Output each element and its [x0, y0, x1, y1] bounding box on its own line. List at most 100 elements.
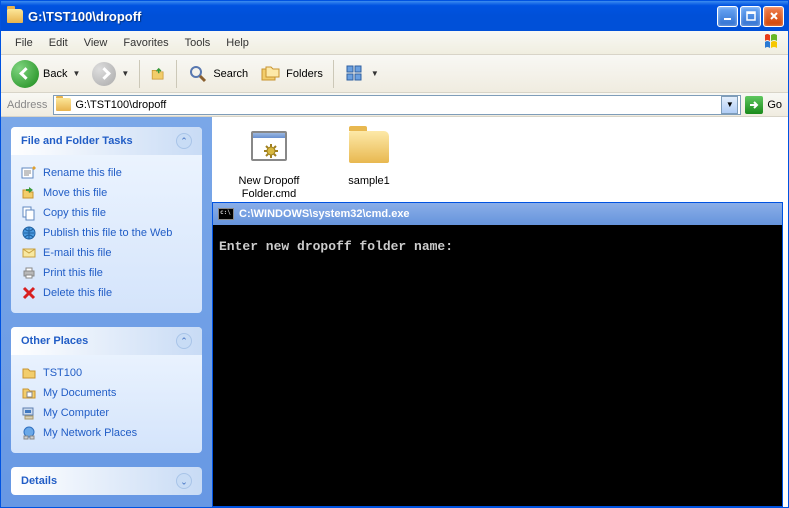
- folder-icon: [21, 365, 37, 381]
- task-email[interactable]: E-mail this file: [21, 243, 192, 263]
- folders-icon: [260, 63, 282, 85]
- toolbar-separator: [176, 60, 177, 88]
- task-label: Copy this file: [43, 207, 106, 219]
- publish-icon: [21, 225, 37, 241]
- place-computer[interactable]: My Computer: [21, 403, 192, 423]
- back-label: Back: [43, 68, 67, 80]
- menu-tools[interactable]: Tools: [177, 34, 219, 52]
- task-label: Delete this file: [43, 287, 112, 299]
- up-folder-icon: [150, 63, 166, 85]
- file-label: sample1: [332, 175, 406, 188]
- file-folder-tasks-header[interactable]: File and Folder Tasks ⌃: [11, 127, 202, 155]
- expand-icon: ⌃: [176, 473, 192, 489]
- address-input[interactable]: [75, 99, 721, 111]
- details-header[interactable]: Details ⌃: [11, 467, 202, 495]
- search-icon: [187, 63, 209, 85]
- go-arrow-icon: [748, 99, 760, 111]
- search-label: Search: [213, 68, 248, 80]
- cmd-window[interactable]: C:\WINDOWS\system32\cmd.exe Enter new dr…: [212, 202, 783, 507]
- cmd-icon: [218, 208, 234, 220]
- move-icon: [21, 185, 37, 201]
- file-list-area[interactable]: New Dropoff Folder.cmd sample1 C:\WINDOW…: [212, 117, 788, 507]
- views-button[interactable]: ▼: [340, 61, 383, 87]
- toolbar-separator: [333, 60, 334, 88]
- up-folder-button[interactable]: [146, 62, 170, 86]
- documents-icon: [21, 385, 37, 401]
- email-icon: [21, 245, 37, 261]
- task-label: Print this file: [43, 267, 103, 279]
- task-copy[interactable]: Copy this file: [21, 203, 192, 223]
- menu-view[interactable]: View: [76, 34, 116, 52]
- menu-favorites[interactable]: Favorites: [115, 34, 176, 52]
- file-label: New Dropoff Folder.cmd: [232, 175, 306, 201]
- delete-icon: [21, 285, 37, 301]
- search-button[interactable]: Search: [183, 61, 252, 87]
- views-dropdown-icon[interactable]: ▼: [371, 69, 379, 78]
- details-group: Details ⌃: [11, 467, 202, 495]
- place-label: My Computer: [43, 407, 109, 419]
- go-button[interactable]: [745, 96, 763, 114]
- folder-icon: [56, 98, 71, 111]
- cmd-title-bar[interactable]: C:\WINDOWS\system32\cmd.exe: [213, 203, 782, 225]
- go-label: Go: [767, 99, 782, 111]
- task-publish[interactable]: Publish this file to the Web: [21, 223, 192, 243]
- other-places-header[interactable]: Other Places ⌃: [11, 327, 202, 355]
- task-print[interactable]: Print this file: [21, 263, 192, 283]
- address-bar: Address ▼ Go: [1, 93, 788, 117]
- file-item-folder[interactable]: sample1: [332, 127, 406, 201]
- other-places-title: Other Places: [21, 335, 88, 347]
- folder-icon: [7, 9, 23, 23]
- menu-edit[interactable]: Edit: [41, 34, 76, 52]
- toolbar: Back ▼ ▼ Search Folders ▼: [1, 55, 788, 93]
- minimize-button[interactable]: [717, 6, 738, 27]
- menu-file[interactable]: File: [7, 34, 41, 52]
- address-input-wrap[interactable]: ▼: [53, 95, 741, 115]
- toolbar-separator: [139, 60, 140, 88]
- windows-logo-icon: [764, 33, 784, 51]
- forward-arrow-icon: [92, 62, 116, 86]
- window-title: G:\TST100\dropoff: [28, 9, 717, 24]
- views-icon: [344, 63, 366, 85]
- collapse-icon: ⌃: [176, 133, 192, 149]
- place-label: My Network Places: [43, 427, 137, 439]
- forward-button[interactable]: ▼: [88, 60, 133, 88]
- computer-icon: [21, 405, 37, 421]
- details-title: Details: [21, 475, 57, 487]
- cmd-title-text: C:\WINDOWS\system32\cmd.exe: [239, 208, 410, 220]
- back-arrow-icon: [11, 60, 39, 88]
- task-rename[interactable]: Rename this file: [21, 163, 192, 183]
- task-label: Rename this file: [43, 167, 122, 179]
- cmd-file-icon: [251, 131, 287, 161]
- menu-bar: File Edit View Favorites Tools Help: [1, 31, 788, 55]
- folder-icon: [349, 131, 389, 163]
- place-label: TST100: [43, 367, 82, 379]
- menu-help[interactable]: Help: [218, 34, 257, 52]
- network-icon: [21, 425, 37, 441]
- collapse-icon: ⌃: [176, 333, 192, 349]
- copy-icon: [21, 205, 37, 221]
- maximize-button[interactable]: [740, 6, 761, 27]
- address-dropdown-button[interactable]: ▼: [721, 96, 738, 114]
- close-button[interactable]: [763, 6, 784, 27]
- place-label: My Documents: [43, 387, 116, 399]
- place-tst100[interactable]: TST100: [21, 363, 192, 383]
- place-documents[interactable]: My Documents: [21, 383, 192, 403]
- back-button[interactable]: Back ▼: [7, 58, 84, 90]
- side-panel: File and Folder Tasks ⌃ Rename this file…: [1, 117, 212, 507]
- back-dropdown-icon[interactable]: ▼: [72, 69, 80, 78]
- title-bar: G:\TST100\dropoff: [1, 1, 788, 31]
- task-move[interactable]: Move this file: [21, 183, 192, 203]
- task-label: Move this file: [43, 187, 107, 199]
- place-network[interactable]: My Network Places: [21, 423, 192, 443]
- address-label: Address: [7, 99, 49, 111]
- cmd-body[interactable]: Enter new dropoff folder name:: [213, 225, 782, 506]
- file-item-cmd[interactable]: New Dropoff Folder.cmd: [232, 127, 306, 201]
- task-delete[interactable]: Delete this file: [21, 283, 192, 303]
- print-icon: [21, 265, 37, 281]
- folders-button[interactable]: Folders: [256, 61, 327, 87]
- folders-label: Folders: [286, 68, 323, 80]
- rename-icon: [21, 165, 37, 181]
- forward-dropdown-icon[interactable]: ▼: [121, 69, 129, 78]
- file-folder-tasks-title: File and Folder Tasks: [21, 135, 133, 147]
- task-label: E-mail this file: [43, 247, 111, 259]
